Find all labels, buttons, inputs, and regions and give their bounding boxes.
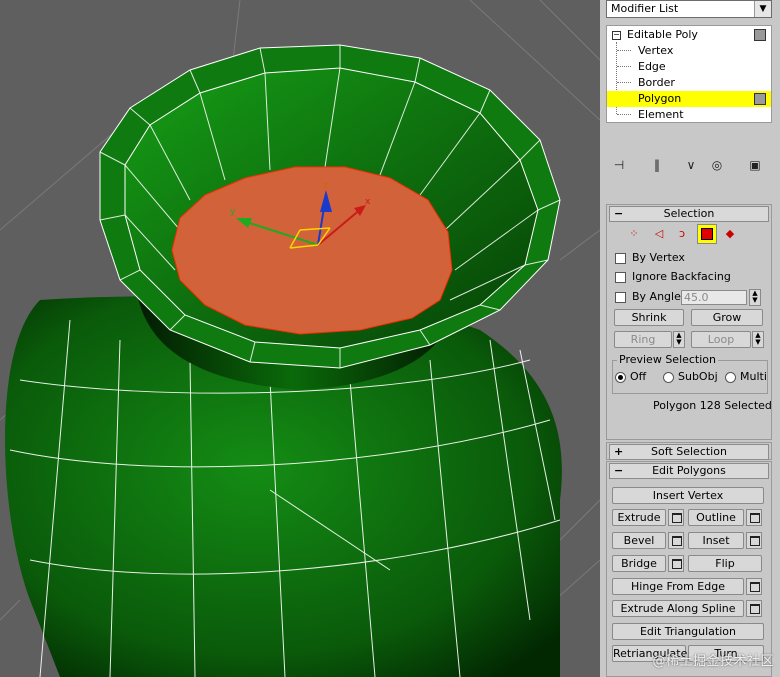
element-mode-icon[interactable]: ◆ xyxy=(721,225,739,243)
stack-item-vertex[interactable]: Vertex xyxy=(607,43,771,59)
loop-spinner[interactable]: ▲ ▼ xyxy=(752,331,764,348)
soft-selection-rollout: + Soft Selection xyxy=(606,442,772,460)
inset-button[interactable]: Inset xyxy=(688,532,744,549)
loop-button[interactable]: Loop xyxy=(691,331,751,348)
extrude-settings-icon[interactable] xyxy=(668,509,684,526)
soft-selection-rollout-header[interactable]: + Soft Selection xyxy=(609,444,769,460)
bridge-settings-icon[interactable] xyxy=(668,555,684,572)
edit-triangulation-button[interactable]: Edit Triangulation xyxy=(612,623,764,640)
extrude-along-spline-settings-icon[interactable] xyxy=(746,600,762,617)
flip-button[interactable]: Flip xyxy=(688,555,762,572)
grow-button[interactable]: Grow xyxy=(691,309,763,326)
chevron-down-icon[interactable]: ▼ xyxy=(754,1,771,17)
stack-item-border[interactable]: Border xyxy=(607,75,771,91)
make-unique-icon[interactable]: ∨ xyxy=(682,156,700,174)
ignore-backfacing-checkbox[interactable] xyxy=(615,272,626,283)
selection-rollout-header[interactable]: − Selection xyxy=(609,206,769,222)
angle-field[interactable]: 45.0 xyxy=(681,290,747,305)
hinge-settings-icon[interactable] xyxy=(746,578,762,595)
vertex-mode-icon[interactable]: ⁘ xyxy=(625,225,643,243)
viewport-3d[interactable]: y x z xyxy=(0,0,600,677)
stack-item-polygon[interactable]: Polygon xyxy=(607,91,771,107)
selection-status: Polygon 128 Selected xyxy=(653,399,772,412)
extrude-button[interactable]: Extrude xyxy=(612,509,666,526)
shrink-button[interactable]: Shrink xyxy=(614,309,684,326)
edit-polygons-rollout-header[interactable]: − Edit Polygons xyxy=(609,463,769,479)
selected-polygon[interactable] xyxy=(171,166,453,335)
configure-modifier-sets-icon[interactable]: ▣ xyxy=(746,156,764,174)
modifier-stack[interactable]: − Editable Poly Vertex Edge Border Polyg… xyxy=(606,25,772,123)
outline-settings-icon[interactable] xyxy=(746,509,762,526)
inset-settings-icon[interactable] xyxy=(746,532,762,549)
edge-mode-icon[interactable]: ◁ xyxy=(650,225,668,243)
ring-button[interactable]: Ring xyxy=(614,331,672,348)
stack-item-edge[interactable]: Edge xyxy=(607,59,771,75)
edit-polygons-rollout: − Edit Polygons Insert Vertex Extrude Ou… xyxy=(606,461,772,677)
pin-stack-icon[interactable]: ⊣ xyxy=(610,156,628,174)
ring-spinner[interactable]: ▲ ▼ xyxy=(673,331,685,348)
angle-spinner[interactable]: ▲ ▼ xyxy=(749,289,761,306)
stack-toolbar: ⊣ ‖ ∨ ◎ ▣ xyxy=(606,154,772,178)
preview-subobj-radio[interactable] xyxy=(663,372,674,383)
border-mode-icon[interactable]: ↄ xyxy=(673,225,691,243)
selection-rollout: − Selection ⁘ ◁ ↄ ◆ By Vertex Ignore Bac… xyxy=(606,204,772,440)
insert-vertex-button[interactable]: Insert Vertex xyxy=(612,487,764,504)
collapse-icon[interactable]: − xyxy=(612,31,621,40)
modifier-toggle-icon[interactable] xyxy=(754,29,766,41)
extrude-along-spline-button[interactable]: Extrude Along Spline xyxy=(612,600,744,617)
watermark: @稀土掘金技术社区 xyxy=(652,654,774,669)
bevel-button[interactable]: Bevel xyxy=(612,532,666,549)
stack-item-element[interactable]: Element xyxy=(607,107,771,123)
gizmo-y-label: y xyxy=(230,207,236,217)
by-vertex-checkbox[interactable] xyxy=(615,253,626,264)
polygon-mode-icon[interactable] xyxy=(697,224,717,244)
show-end-result-icon[interactable]: ‖ xyxy=(648,156,666,174)
preview-off-radio[interactable] xyxy=(615,372,626,383)
modifier-toggle-icon[interactable] xyxy=(754,93,766,105)
preview-selection-group: Preview Selection Off SubObj Multi xyxy=(612,353,768,394)
gizmo-x-label: x xyxy=(365,197,371,207)
bridge-button[interactable]: Bridge xyxy=(612,555,666,572)
hinge-from-edge-button[interactable]: Hinge From Edge xyxy=(612,578,744,595)
preview-multi-radio[interactable] xyxy=(725,372,736,383)
modifier-list-label: Modifier List xyxy=(611,2,679,15)
stack-item-editable-poly[interactable]: − Editable Poly xyxy=(607,27,771,43)
outline-button[interactable]: Outline xyxy=(688,509,744,526)
gizmo-z-label: z xyxy=(323,181,328,191)
by-angle-checkbox[interactable] xyxy=(615,292,626,303)
vase-mesh: y x z xyxy=(0,0,600,677)
command-panel: Modifier List ▼ − Editable Poly Vertex E… xyxy=(600,0,780,677)
remove-modifier-icon[interactable]: ◎ xyxy=(708,156,726,174)
bevel-settings-icon[interactable] xyxy=(668,532,684,549)
modifier-list-dropdown[interactable]: Modifier List ▼ xyxy=(606,0,772,18)
